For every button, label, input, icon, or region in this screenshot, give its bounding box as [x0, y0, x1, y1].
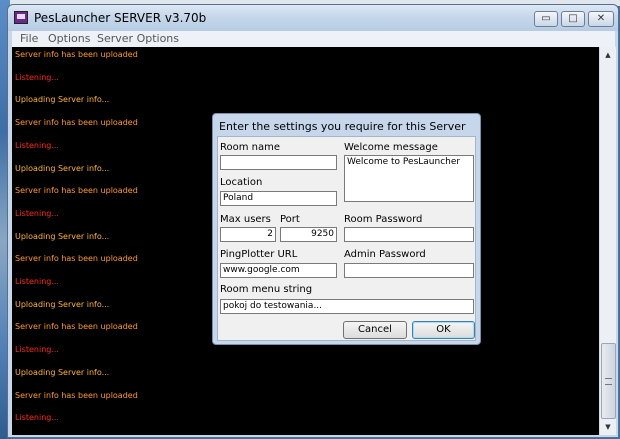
admin-password-input[interactable] [344, 263, 474, 278]
room-password-input[interactable] [344, 227, 474, 242]
max-users-label: Max users [220, 214, 271, 225]
grip-icon [605, 378, 612, 385]
log-line: Listening... [15, 413, 59, 423]
ok-button[interactable]: OK [412, 321, 475, 339]
room-name-input[interactable] [220, 155, 337, 170]
dialog-title: Enter the settings you require for this … [219, 120, 466, 133]
log-line: Server info has been uploaded [15, 390, 138, 400]
location-label: Location [220, 177, 263, 188]
minimize-button[interactable]: ▭ [534, 11, 558, 27]
scroll-down-arrow-icon[interactable]: ▼ [600, 419, 616, 435]
server-settings-dialog: Enter the settings you require for this … [212, 113, 481, 345]
dialog-panel: Room name Welcome message Welcome to Pes… [217, 136, 476, 341]
location-input[interactable]: Poland [220, 191, 337, 206]
log-line: Uploading Server info... [15, 163, 110, 173]
room-password-label: Room Password [344, 214, 423, 225]
log-line: Listening... [15, 208, 59, 218]
log-line: Server info has been uploaded [15, 322, 138, 332]
log-line: Server info has been uploaded [15, 186, 138, 196]
log-line: Listening... [15, 72, 59, 82]
welcome-message-input[interactable]: Welcome to PesLauncher [344, 155, 474, 202]
cancel-button[interactable]: Cancel [343, 321, 407, 339]
window-title: PesLauncher SERVER v3.70b [34, 11, 207, 25]
port-label: Port [280, 214, 300, 225]
log-line: Uploading Server info... [15, 299, 110, 309]
pingplotter-url-input[interactable]: www.google.com [220, 263, 337, 278]
log-line: Listening... [15, 140, 59, 150]
room-menu-string-label: Room menu string [220, 284, 313, 295]
log-line: Uploading Server info... [15, 367, 110, 377]
close-button[interactable]: ✕ [588, 11, 614, 27]
scroll-up-arrow-icon[interactable]: ▲ [600, 47, 616, 63]
welcome-message-label: Welcome message [344, 142, 438, 153]
menu-bar: File Options Server Options [12, 31, 615, 48]
menu-file[interactable]: File [20, 32, 38, 45]
menu-server-options[interactable]: Server Options [97, 32, 179, 45]
scrollbar-thumb[interactable] [601, 343, 616, 419]
room-menu-string-input[interactable]: pokoj do testowania... [220, 299, 474, 314]
log-line: Listening... [15, 345, 59, 355]
admin-password-label: Admin Password [344, 249, 426, 260]
maximize-button[interactable]: □ [561, 11, 585, 27]
app-icon [14, 11, 28, 24]
max-users-input[interactable]: 2 [220, 227, 276, 242]
log-scrollbar[interactable]: ▲ ▼ [599, 47, 616, 435]
log-line: Server info has been uploaded [15, 50, 138, 59]
log-line: Server info has been uploaded [15, 254, 138, 264]
port-input[interactable]: 9250 [280, 227, 337, 242]
log-line: Server info has been uploaded [15, 118, 138, 128]
log-line: Uploading Server info... [15, 95, 110, 105]
room-name-label: Room name [220, 142, 281, 153]
pingplotter-url-label: PingPlotter URL [220, 249, 298, 260]
log-line: Uploading Server info... [15, 231, 110, 241]
menu-options[interactable]: Options [48, 32, 90, 45]
title-bar[interactable]: PesLauncher SERVER v3.70b ▭ □ ✕ [8, 5, 618, 31]
log-line: Listening... [15, 277, 59, 286]
